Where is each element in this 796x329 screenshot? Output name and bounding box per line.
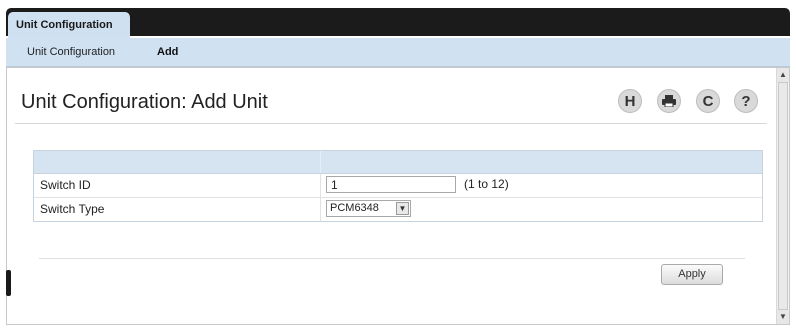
subnav-item-add[interactable]: Add	[157, 38, 178, 66]
vertical-scrollbar[interactable]: ▲ ▼	[776, 68, 789, 324]
print-button[interactable]	[657, 89, 681, 113]
switch-type-select[interactable]: PCM6348 ▼	[326, 200, 411, 217]
save-icon: H	[624, 92, 636, 110]
form-header	[34, 151, 762, 174]
sub-navigation: Unit Configuration Add	[6, 38, 790, 67]
switch-type-label: Switch Type	[40, 202, 105, 216]
printer-icon	[662, 95, 676, 107]
side-panel-handle[interactable]	[6, 270, 11, 296]
scrollbar-thumb[interactable]	[778, 82, 788, 310]
refresh-button[interactable]: C	[696, 89, 720, 113]
save-button[interactable]: H	[618, 89, 642, 113]
switch-id-value-cell: (1 to 12)	[326, 176, 509, 193]
row-divider	[320, 198, 321, 221]
form-row-switch-id: Switch ID (1 to 12)	[34, 174, 762, 198]
switch-id-range-hint: (1 to 12)	[464, 177, 509, 191]
switch-id-label: Switch ID	[40, 178, 91, 192]
content-frame: Unit Configuration: Add Unit H C ? Switc…	[6, 67, 790, 325]
tab-unit-configuration[interactable]: Unit Configuration	[8, 12, 130, 38]
apply-button[interactable]: Apply	[661, 264, 723, 285]
help-icon: ?	[741, 92, 751, 110]
row-divider	[320, 174, 321, 197]
switch-type-value-cell: PCM6348 ▼	[326, 200, 411, 217]
subnav-item-unit-configuration[interactable]: Unit Configuration	[27, 38, 115, 66]
title-divider	[15, 123, 767, 124]
scroll-up-icon[interactable]: ▲	[777, 68, 789, 82]
form-header-divider	[320, 151, 321, 173]
actions-divider	[39, 258, 745, 259]
refresh-icon: C	[702, 92, 714, 110]
form-row-switch-type: Switch Type PCM6348 ▼	[34, 198, 762, 221]
add-unit-form: Switch ID (1 to 12) Switch Type PCM6348 …	[33, 150, 763, 222]
switch-id-input[interactable]	[326, 176, 456, 193]
scroll-down-icon[interactable]: ▼	[777, 310, 789, 324]
page-title: Unit Configuration: Add Unit	[21, 91, 268, 113]
chevron-down-icon[interactable]: ▼	[396, 202, 409, 215]
switch-type-selected-value: PCM6348	[330, 202, 379, 214]
help-button[interactable]: ?	[734, 89, 758, 113]
